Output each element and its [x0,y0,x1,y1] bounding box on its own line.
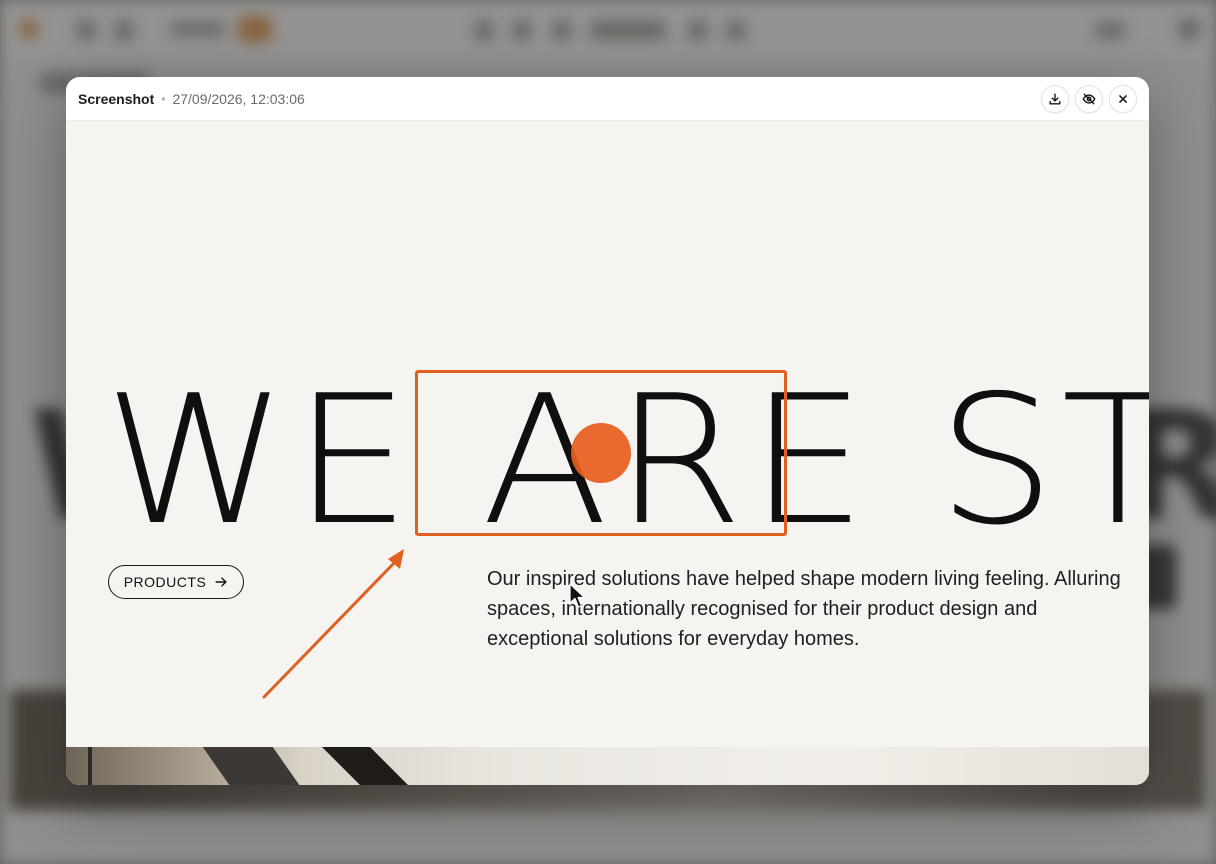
dialog-title: Screenshot [78,90,155,107]
screenshot-dialog: Screenshot • 27/09/2026, 12:03:06 WE ARE… [66,77,1149,785]
dialog-actions [1041,85,1137,113]
products-button-label: PRODUCTS [123,574,207,590]
hero-image-strip [66,747,1149,785]
intro-paragraph: Our inspired solutions have helped shape… [487,568,1121,650]
hide-button[interactable] [1075,85,1103,113]
screenshot-canvas: WE ARE STRY PRODUCTS Our inspired soluti… [66,121,1149,785]
download-icon [1049,93,1061,105]
close-button[interactable] [1109,85,1137,113]
close-icon [1119,95,1127,103]
mouse-cursor-icon [569,583,586,608]
download-button[interactable] [1041,85,1069,113]
screenshot-timestamp: 27/09/2026, 12:03:06 [172,90,305,107]
title-separator: • [161,91,166,106]
arrow-annotation [262,549,404,699]
products-button[interactable]: PRODUCTS [108,565,244,599]
dialog-header: Screenshot • 27/09/2026, 12:03:06 [66,77,1149,121]
eye-off-icon [1082,93,1096,105]
arrow-right-icon [215,577,227,587]
